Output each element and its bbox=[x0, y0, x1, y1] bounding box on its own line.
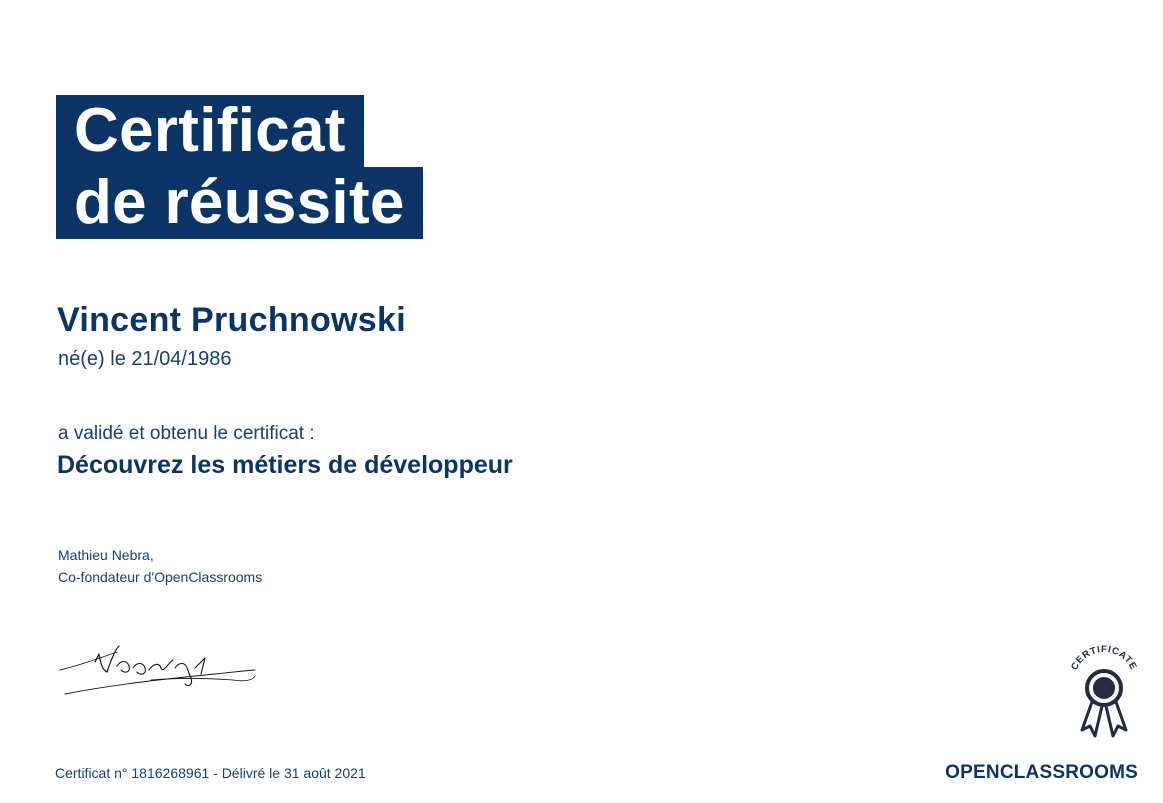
birth-date: né(e) le 21/04/1986 bbox=[58, 348, 232, 370]
signature-image bbox=[59, 645, 256, 695]
svg-text:CERTIFICATE: CERTIFICATE bbox=[1069, 644, 1139, 672]
title-line-1: Certificat bbox=[56, 95, 364, 167]
signer-title: Co-fondateur d'OpenClassrooms bbox=[58, 569, 263, 585]
recipient-name: Vincent Pruchnowski bbox=[57, 301, 406, 339]
course-name: Découvrez les métiers de développeur bbox=[57, 451, 513, 479]
signer-name: Mathieu Nebra, bbox=[58, 547, 154, 563]
openclassrooms-logo: OPENCLASSROOMS bbox=[945, 762, 1138, 783]
seal-label: CERTIFICATE bbox=[1069, 644, 1138, 672]
certificate-title: Certificat de réussite bbox=[56, 95, 423, 239]
validated-text: a validé et obtenu le certificat : bbox=[58, 423, 315, 444]
title-line-2: de réussite bbox=[56, 167, 423, 239]
certificate-footer: Certificat n° 1816268961 - Délivré le 31… bbox=[55, 765, 366, 781]
award-ribbon-icon: CERTIFICATE bbox=[1069, 644, 1139, 738]
